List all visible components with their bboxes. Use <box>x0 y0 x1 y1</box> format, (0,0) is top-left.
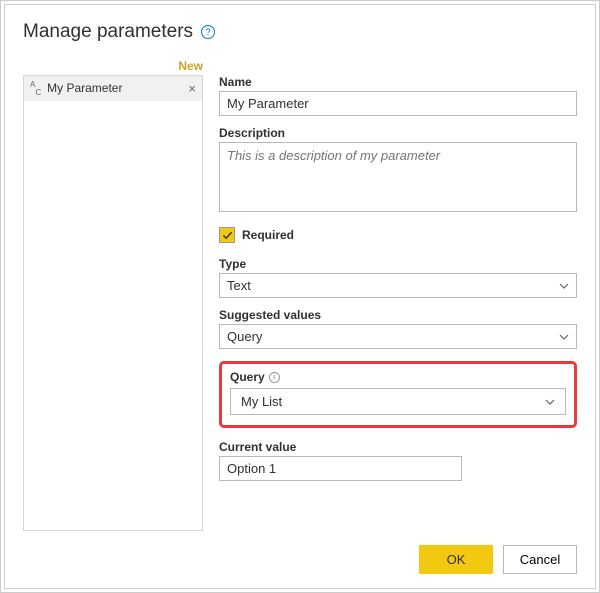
name-input[interactable] <box>219 91 577 116</box>
chevron-down-icon <box>559 281 569 291</box>
suggested-values-value: Query <box>227 329 262 344</box>
help-icon[interactable]: ? <box>201 25 215 39</box>
close-icon[interactable]: × <box>188 81 196 96</box>
suggested-values-label: Suggested values <box>219 308 577 322</box>
type-value: Text <box>227 278 251 293</box>
description-input[interactable] <box>219 142 577 212</box>
current-value-label: Current value <box>219 440 577 454</box>
required-label: Required <box>242 228 294 242</box>
new-parameter-link[interactable]: New <box>178 59 203 73</box>
description-label: Description <box>219 126 577 140</box>
type-label: Type <box>219 257 577 271</box>
query-field-highlight: Query i My List <box>219 361 577 428</box>
parameter-list: AC My Parameter × <box>23 75 203 531</box>
ok-button[interactable]: OK <box>419 545 493 574</box>
query-label: Query <box>230 370 265 384</box>
type-select[interactable]: Text <box>219 273 577 298</box>
chevron-down-icon <box>559 332 569 342</box>
dialog-title: Manage parameters <box>23 21 193 43</box>
info-icon[interactable]: i <box>269 372 280 383</box>
name-label: Name <box>219 75 577 89</box>
query-value: My List <box>241 394 282 409</box>
required-checkbox[interactable] <box>219 227 235 243</box>
chevron-down-icon <box>545 397 555 407</box>
parameter-item-label: My Parameter <box>47 81 182 95</box>
query-select[interactable]: My List <box>230 388 566 415</box>
suggested-values-select[interactable]: Query <box>219 324 577 349</box>
list-item[interactable]: AC My Parameter × <box>24 76 202 101</box>
type-glyph-icon: AC <box>30 80 41 97</box>
cancel-button[interactable]: Cancel <box>503 545 577 574</box>
current-value-input[interactable] <box>219 456 462 481</box>
